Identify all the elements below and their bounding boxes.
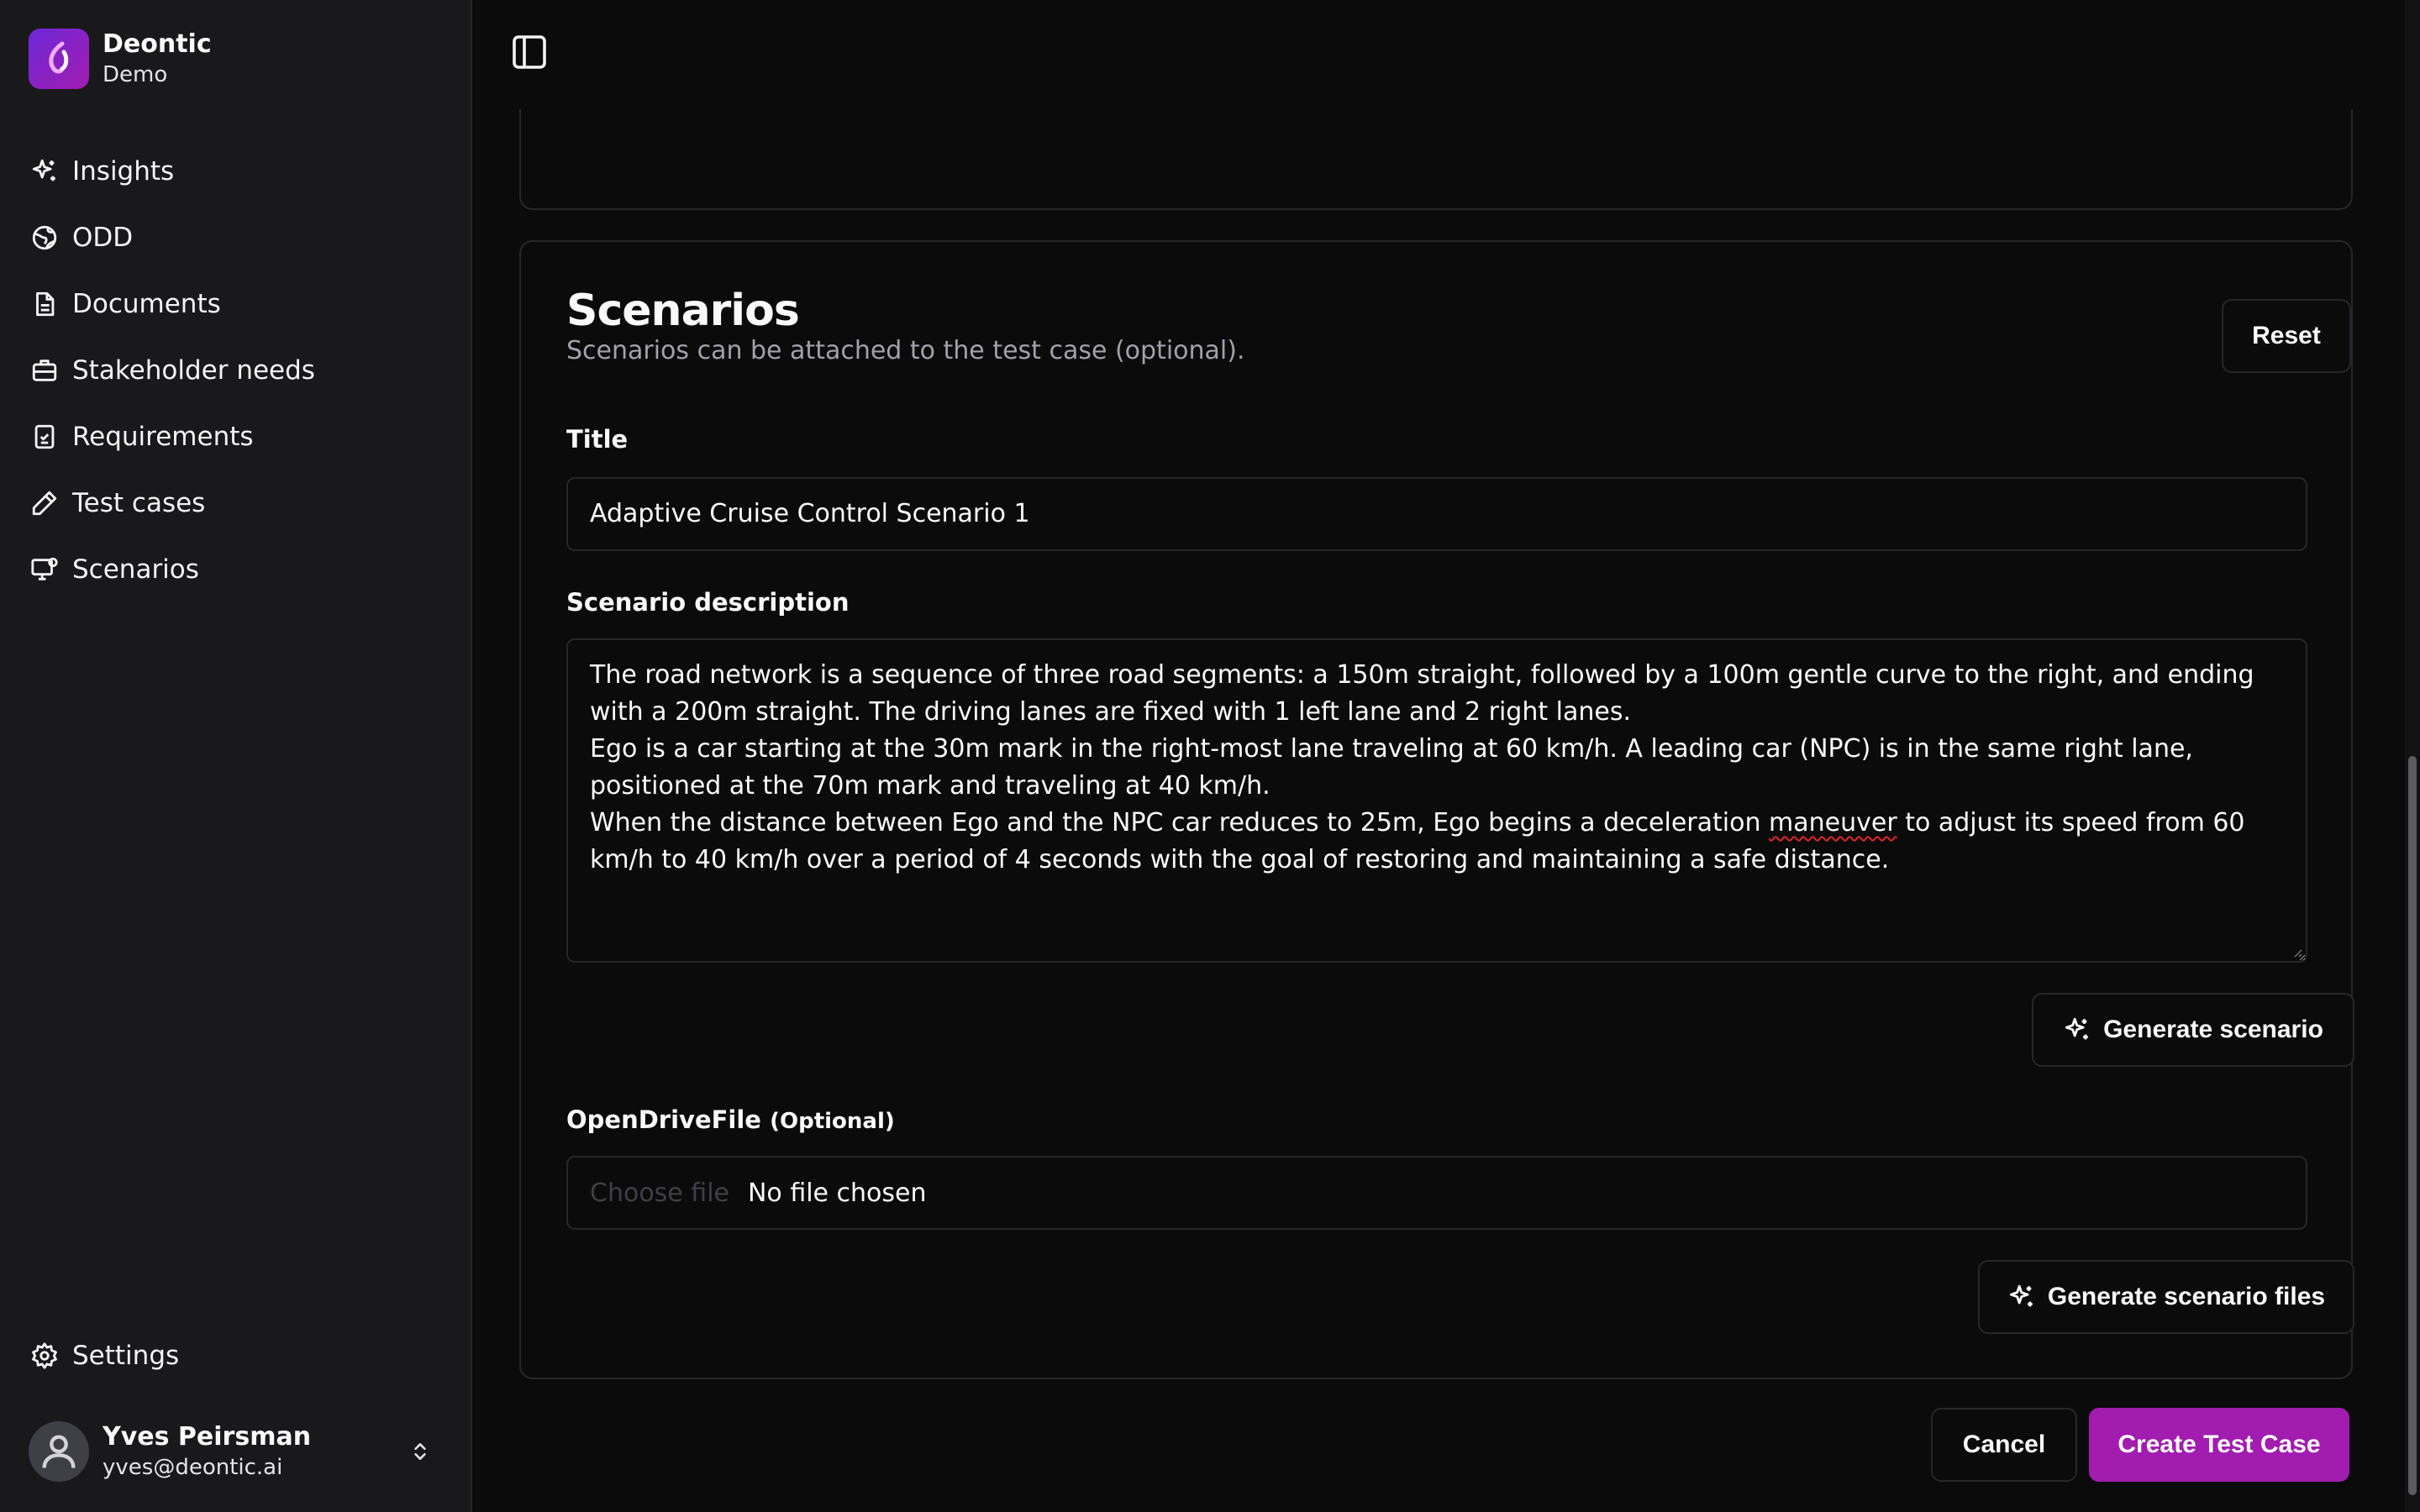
sidebar-item-scenarios[interactable]: Scenarios: [29, 536, 449, 602]
create-test-case-button[interactable]: Create Test Case: [2089, 1408, 2349, 1482]
sparkles-icon: [2063, 1016, 2091, 1044]
resize-grip-icon[interactable]: [2291, 946, 2302, 958]
app-window: Deontic Demo Insights ODD Documents Stak…: [0, 0, 2420, 1512]
scrollbar[interactable]: [2405, 0, 2420, 1512]
monitor-icon: [29, 554, 60, 585]
sidebar-item-test-cases[interactable]: Test cases: [29, 470, 449, 536]
sparkles-icon: [2007, 1283, 2036, 1311]
cancel-button[interactable]: Cancel: [1931, 1408, 2077, 1482]
opendrive-file-label: OpenDriveFile (Optional): [566, 1105, 895, 1134]
user-name: Yves Peirsman: [103, 1422, 312, 1452]
scenarios-subtitle: Scenarios can be attached to the test ca…: [566, 336, 1245, 365]
scenarios-card: Scenarios Scenarios can be attached to t…: [519, 240, 2354, 1379]
brand-name: Deontic: [103, 29, 212, 59]
scrollbar-thumb[interactable]: [2408, 756, 2417, 1495]
sidebar-item-odd[interactable]: ODD: [29, 204, 449, 270]
main-content: Scenarios Scenarios can be attached to t…: [472, 0, 2405, 1512]
description-field-label: Scenario description: [566, 588, 850, 617]
title-input[interactable]: Adaptive Cruise Control Scenario 1: [566, 477, 2307, 551]
generate-scenario-label: Generate scenario: [2103, 1016, 2323, 1043]
top-bar: [472, 0, 2405, 109]
brand-subtitle: Demo: [103, 62, 168, 87]
user-menu[interactable]: Yves Peirsman yves@deontic.ai: [29, 1416, 449, 1487]
opendrive-file-input[interactable]: Choose file No file chosen: [566, 1156, 2307, 1230]
sidebar: Deontic Demo Insights ODD Documents Stak…: [0, 0, 472, 1512]
settings-label: Settings: [72, 1341, 180, 1371]
sidebar-item-label: Documents: [72, 288, 221, 319]
pencil-icon: [29, 487, 60, 519]
sidebar-item-label: ODD: [72, 222, 134, 253]
deontic-logo-icon: [29, 29, 89, 89]
sidebar-item-label: Stakeholder needs: [72, 354, 315, 386]
generate-scenario-files-button[interactable]: Generate scenario files: [1978, 1260, 2354, 1334]
sidebar-item-label: Test cases: [72, 487, 206, 518]
gear-icon: [29, 1340, 60, 1372]
sidebar-item-settings[interactable]: Settings: [29, 1322, 449, 1389]
sidebar-item-insights[interactable]: Insights: [29, 138, 449, 204]
misspelled-word: maneuver: [1769, 808, 1897, 837]
document-icon: [29, 288, 60, 320]
sidebar-item-label: Requirements: [72, 421, 254, 452]
user-email: yves@deontic.ai: [103, 1455, 283, 1480]
chevron-up-down-icon[interactable]: [403, 1435, 437, 1468]
scenario-description-textarea[interactable]: The road network is a sequence of three …: [566, 638, 2307, 963]
sidebar-item-stakeholder-needs[interactable]: Stakeholder needs: [29, 337, 449, 403]
optional-tag: (Optional): [770, 1109, 895, 1134]
choose-file-button[interactable]: Choose file: [590, 1179, 729, 1208]
generate-scenario-files-label: Generate scenario files: [2047, 1283, 2326, 1310]
sparkles-icon: [29, 155, 60, 187]
generate-scenario-button[interactable]: Generate scenario: [2032, 993, 2354, 1067]
globe-icon: [29, 222, 60, 254]
sidebar-item-documents[interactable]: Documents: [29, 270, 449, 337]
avatar: [29, 1421, 89, 1482]
brand[interactable]: Deontic Demo: [29, 29, 212, 89]
sidebar-toggle-button[interactable]: [506, 30, 553, 77]
sidebar-toggle-icon: [509, 32, 550, 76]
checklist-icon: [29, 421, 60, 453]
reset-button[interactable]: Reset: [2222, 299, 2351, 373]
sidebar-item-label: Scenarios: [72, 554, 199, 585]
file-status: No file chosen: [747, 1178, 927, 1208]
title-field-label: Title: [566, 425, 629, 454]
sidebar-item-label: Insights: [72, 155, 175, 186]
sidebar-nav: Insights ODD Documents Stakeholder needs: [29, 138, 449, 602]
opendrive-file-label-text: OpenDriveFile: [566, 1105, 761, 1134]
sidebar-item-requirements[interactable]: Requirements: [29, 403, 449, 470]
briefcase-icon: [29, 354, 60, 386]
scenarios-title: Scenarios: [566, 286, 800, 336]
